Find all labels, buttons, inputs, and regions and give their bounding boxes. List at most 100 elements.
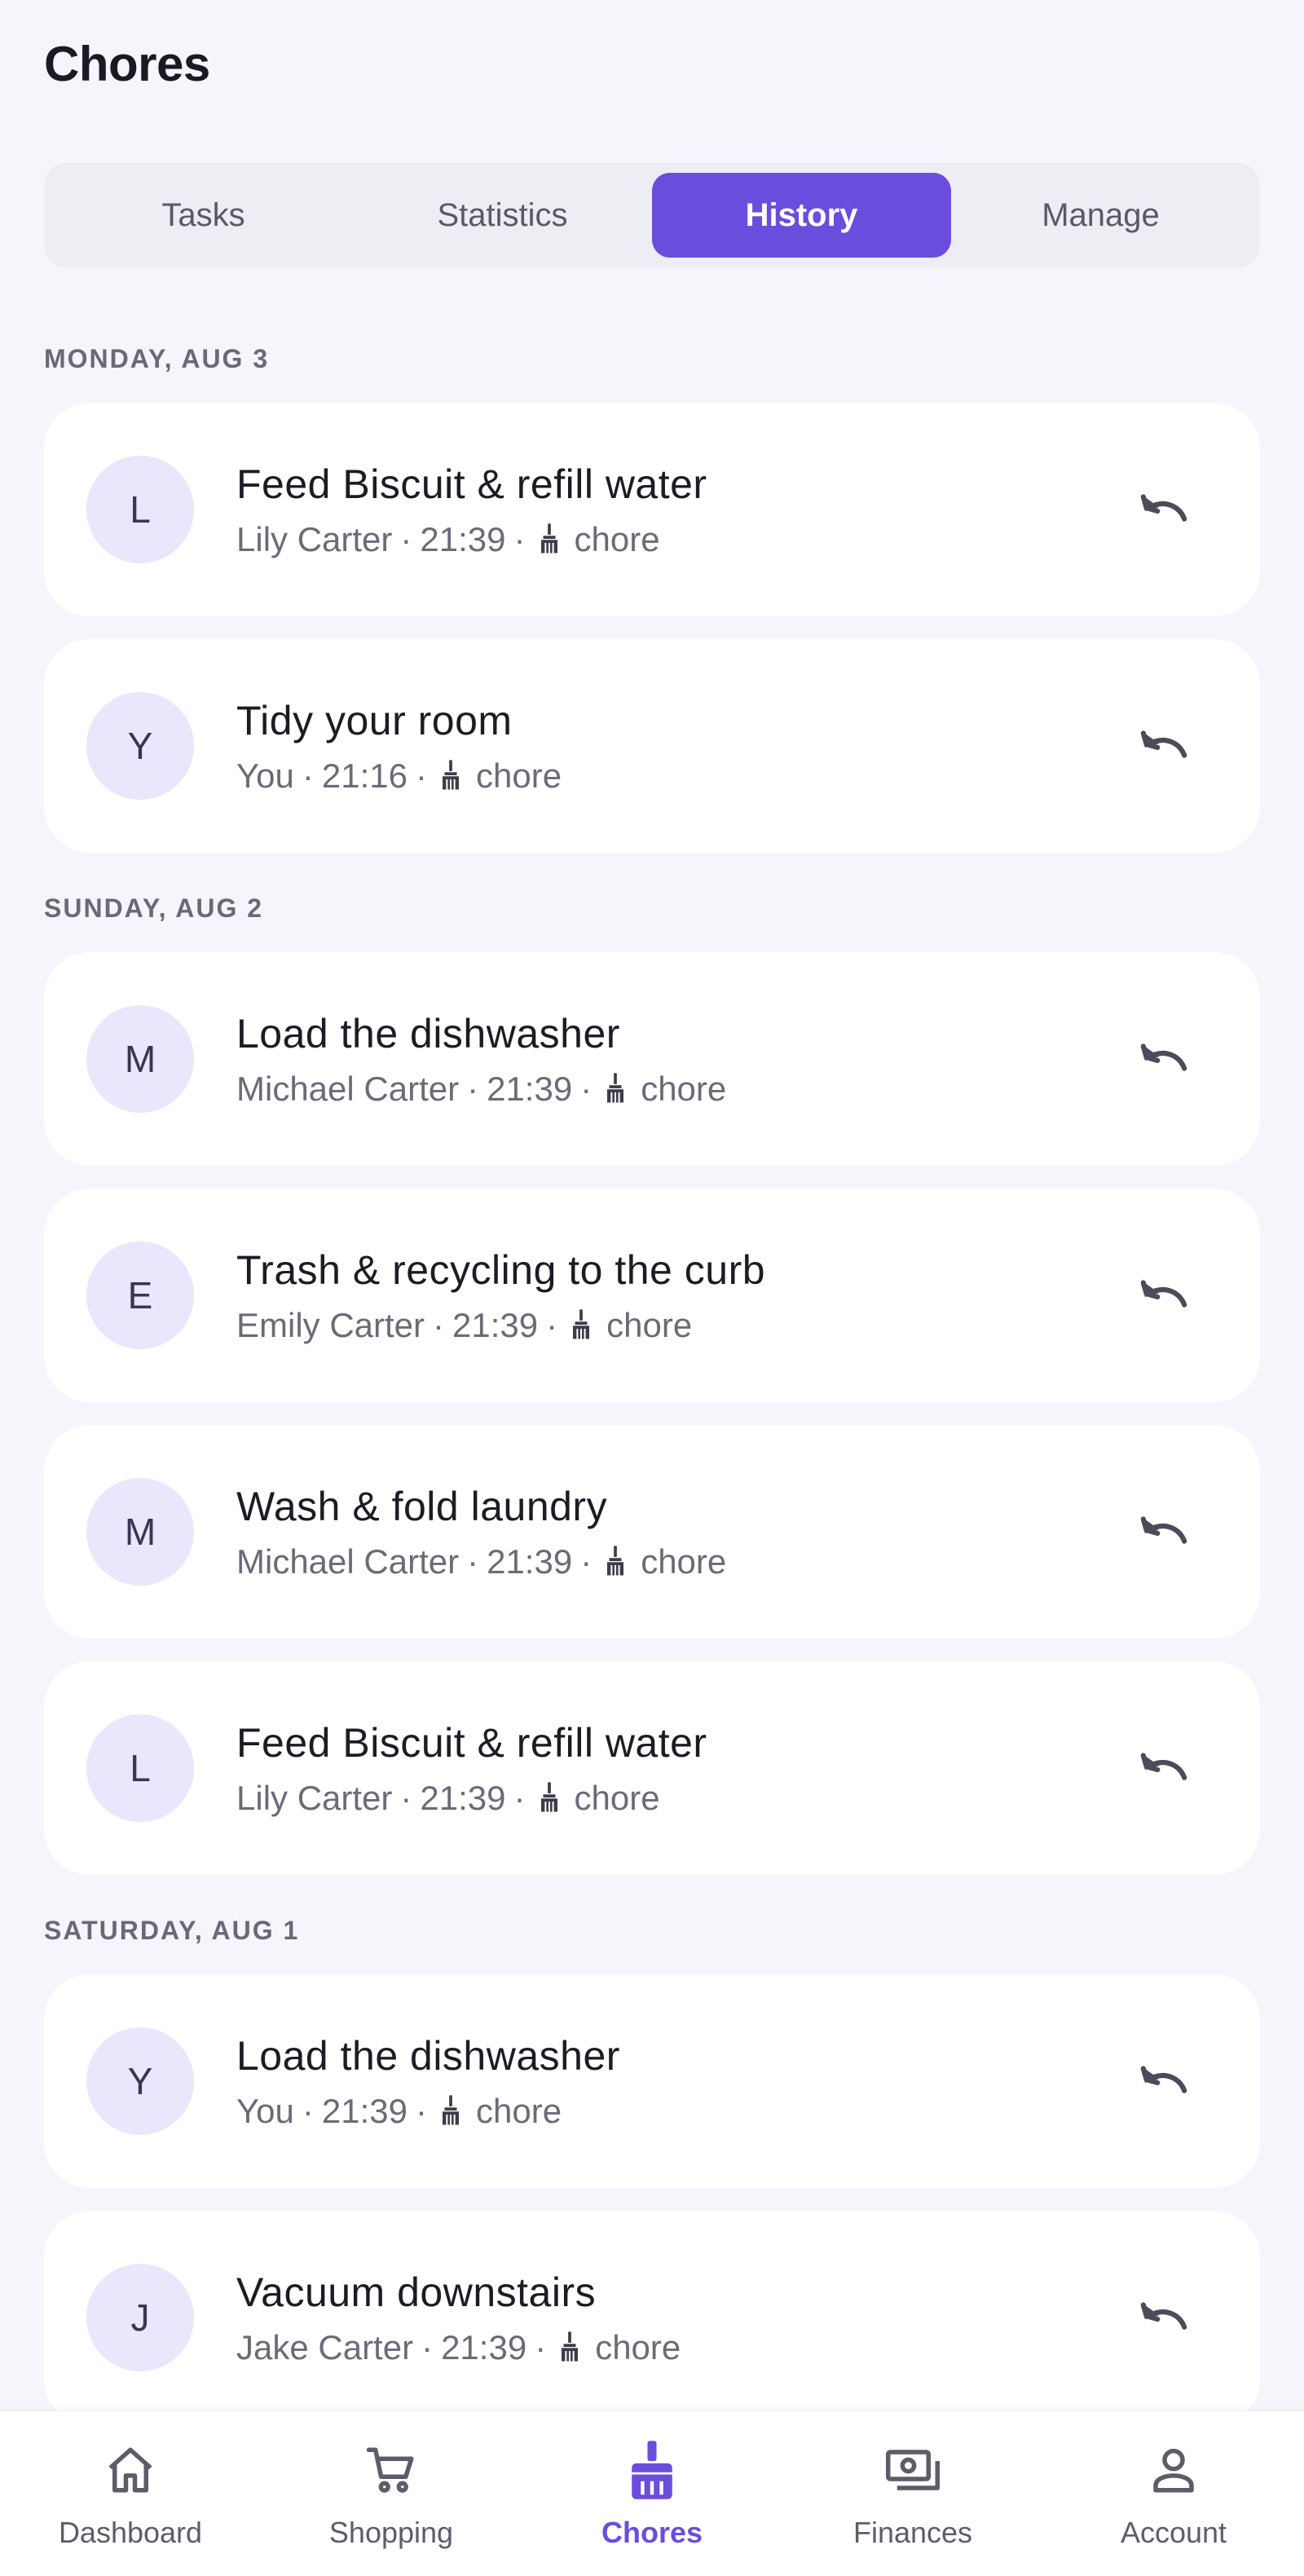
- undo-button[interactable]: [1125, 1493, 1203, 1571]
- history-entry: L Feed Biscuit & refill water Lily Carte…: [44, 1661, 1260, 1875]
- entry-title: Load the dishwasher: [236, 1011, 620, 1056]
- page-title: Chores: [44, 37, 210, 91]
- broom-icon: [438, 760, 468, 792]
- nav-account[interactable]: Account: [1043, 2411, 1304, 2576]
- broom-icon: [438, 2095, 468, 2128]
- entry-meta: Lily Carter · 21:39 · chore: [236, 520, 1125, 559]
- entry-time: 21:16: [321, 756, 408, 795]
- entry-body: Feed Biscuit & refill water Lily Carter …: [236, 1718, 1125, 1818]
- section-date-header: SATURDAY, AUG 1: [44, 1916, 300, 1945]
- entry-time: 21:39: [487, 1542, 573, 1581]
- nav-label: Dashboard: [58, 2516, 203, 2549]
- history-entry: Y Load the dishwasher You · 21:39 · chor…: [44, 1974, 1260, 2188]
- undo-button[interactable]: [1125, 1020, 1203, 1098]
- section-date-header: SUNDAY, AUG 2: [44, 893, 264, 923]
- entry-meta: You · 21:16 · chore: [236, 756, 1125, 796]
- undo-button[interactable]: [1125, 1256, 1203, 1334]
- entry-person: Lily Carter: [236, 1779, 393, 1817]
- meta-separator: ·: [415, 2092, 427, 2130]
- tab-manage[interactable]: Manage: [951, 173, 1250, 258]
- entry-meta: Lily Carter · 21:39 · chore: [236, 1779, 1125, 1818]
- person-icon: [1144, 2441, 1203, 2499]
- history-section: SUNDAY, AUG 2 M Load the dishwasher Micha…: [44, 876, 1260, 1875]
- undo-icon: [1139, 1750, 1189, 1786]
- history-section: MONDAY, AUG 3 L Feed Biscuit & refill wat…: [44, 326, 1260, 853]
- undo-icon: [1139, 1041, 1189, 1077]
- bottom-nav: Dashboard Shopping Chores Finances Accou…: [0, 2411, 1304, 2576]
- tab-tasks[interactable]: Tasks: [54, 173, 353, 258]
- entry-title: Wash & fold laundry: [236, 1484, 608, 1529]
- entry-person: You: [236, 2092, 294, 2130]
- entry-body: Load the dishwasher You · 21:39 · chore: [236, 2031, 1125, 2131]
- avatar: Y: [86, 2027, 194, 2135]
- nav-label: Account: [1120, 2516, 1227, 2549]
- avatar: J: [86, 2264, 194, 2371]
- history-entry: M Wash & fold laundry Michael Carter · 2…: [44, 1425, 1260, 1639]
- undo-icon: [1139, 1277, 1189, 1313]
- undo-button[interactable]: [1125, 2278, 1203, 2357]
- entry-person: You: [236, 756, 294, 795]
- entry-person: Michael Carter: [236, 1542, 460, 1581]
- undo-button[interactable]: [1125, 707, 1203, 785]
- history-section: SATURDAY, AUG 1 Y Load the dishwasher You…: [44, 1898, 1260, 2424]
- entry-body: Vacuum downstairs Jake Carter · 21:39 · …: [236, 2268, 1125, 2367]
- nav-finances[interactable]: Finances: [782, 2411, 1043, 2576]
- entry-type: chore: [574, 1779, 660, 1817]
- entry-time: 21:39: [441, 2328, 527, 2366]
- nav-label: Chores: [601, 2516, 703, 2549]
- meta-separator: ·: [400, 520, 412, 558]
- entry-type: chore: [574, 520, 660, 558]
- entry-body: Trash & recycling to the curb Emily Cart…: [236, 1246, 1125, 1345]
- undo-button[interactable]: [1125, 470, 1203, 549]
- undo-icon: [1139, 1514, 1189, 1550]
- meta-separator: ·: [302, 756, 314, 795]
- tab-history[interactable]: History: [652, 173, 951, 258]
- nav-shopping[interactable]: Shopping: [261, 2411, 522, 2576]
- meta-separator: ·: [415, 756, 427, 795]
- history-entry: L Feed Biscuit & refill water Lily Carte…: [44, 403, 1260, 616]
- entry-time: 21:39: [420, 520, 506, 558]
- entry-title: Load the dishwasher: [236, 2033, 620, 2079]
- nav-chores[interactable]: Chores: [522, 2411, 782, 2576]
- nav-dashboard[interactable]: Dashboard: [0, 2411, 261, 2576]
- entry-person: Jake Carter: [236, 2328, 414, 2366]
- entry-meta: Emily Carter · 21:39 · chore: [236, 1306, 1125, 1345]
- entry-person: Lily Carter: [236, 520, 393, 558]
- history-entry: Y Tidy your room You · 21:16 · chore: [44, 639, 1260, 853]
- meta-separator: ·: [400, 1779, 412, 1817]
- entry-meta: Michael Carter · 21:39 · chore: [236, 1070, 1125, 1109]
- entry-type: chore: [641, 1542, 727, 1581]
- tab-statistics[interactable]: Statistics: [353, 173, 652, 258]
- undo-button[interactable]: [1125, 1729, 1203, 1807]
- meta-separator: ·: [513, 520, 526, 558]
- undo-icon: [1139, 2300, 1189, 2336]
- broom-icon: [569, 1309, 598, 1342]
- broom-icon: [623, 2441, 681, 2499]
- avatar: L: [86, 456, 194, 563]
- undo-button[interactable]: [1125, 2042, 1203, 2120]
- tab-bar: Tasks Statistics History Manage: [44, 163, 1260, 267]
- broom-icon: [603, 1073, 632, 1105]
- nav-label: Finances: [852, 2516, 973, 2549]
- entry-title: Trash & recycling to the curb: [236, 1247, 766, 1293]
- entry-type: chore: [475, 756, 562, 795]
- cash-icon: [883, 2441, 942, 2499]
- undo-icon: [1139, 2063, 1189, 2099]
- cart-icon: [362, 2441, 421, 2499]
- entry-title: Tidy your room: [236, 698, 513, 743]
- nav-label: Shopping: [328, 2516, 454, 2549]
- meta-separator: ·: [302, 2092, 314, 2130]
- entry-type: chore: [595, 2328, 681, 2366]
- entry-person: Emily Carter: [236, 1306, 425, 1344]
- meta-separator: ·: [513, 1779, 526, 1817]
- avatar: E: [86, 1242, 194, 1349]
- broom-icon: [537, 1782, 566, 1815]
- avatar: M: [86, 1005, 194, 1113]
- meta-separator: ·: [580, 1070, 593, 1108]
- entry-type: chore: [606, 1306, 693, 1344]
- entry-meta: Michael Carter · 21:39 · chore: [236, 1542, 1125, 1581]
- entry-type: chore: [641, 1070, 727, 1108]
- entry-body: Load the dishwasher Michael Carter · 21:…: [236, 1009, 1125, 1109]
- meta-separator: ·: [546, 1306, 558, 1344]
- entry-title: Feed Biscuit & refill water: [236, 461, 707, 507]
